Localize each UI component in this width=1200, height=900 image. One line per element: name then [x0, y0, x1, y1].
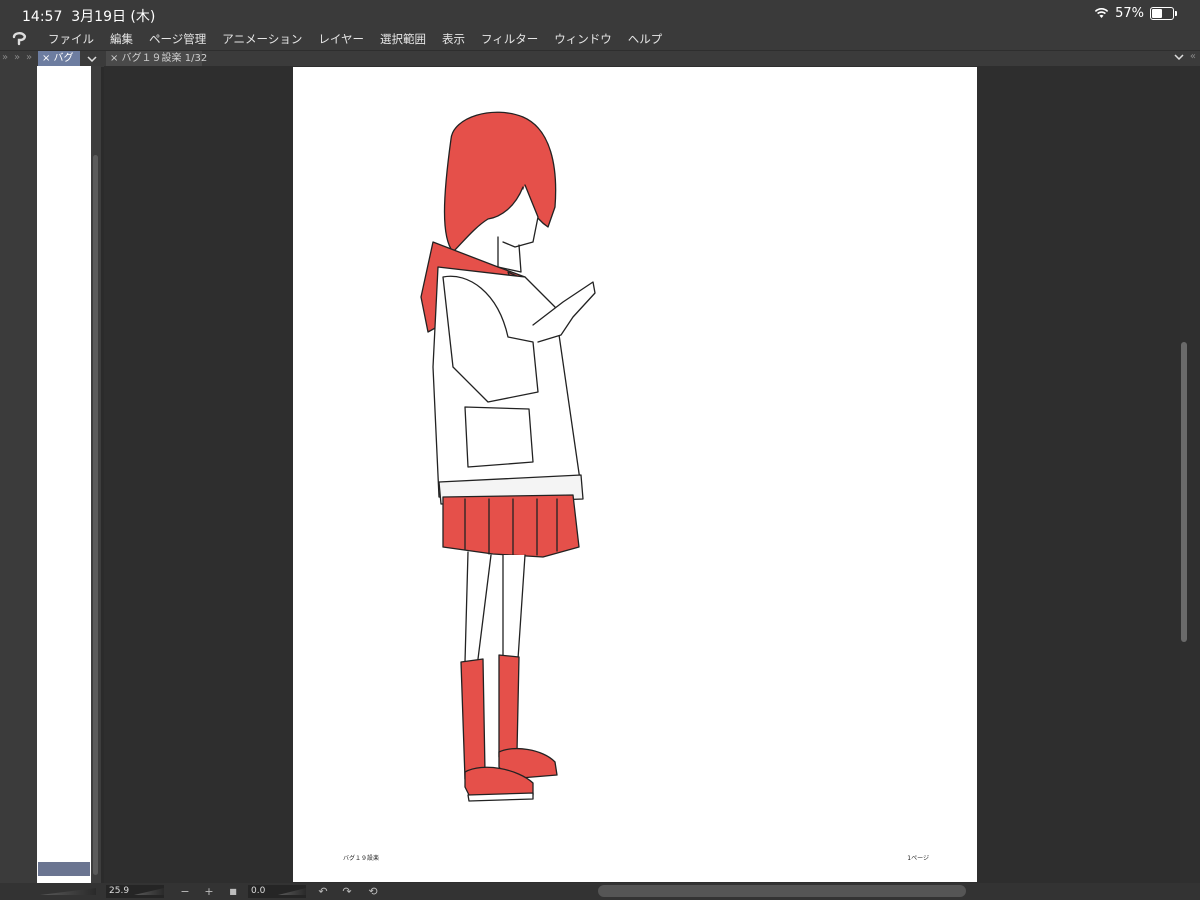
- collapse-left-icon-3[interactable]: »: [26, 52, 32, 63]
- manga-page[interactable]: バグ１９設楽 1ページ: [293, 67, 977, 882]
- tab-controls: «: [1174, 51, 1196, 62]
- tab-panel-left[interactable]: × バグ: [38, 51, 80, 67]
- status-indicators: 57%: [1094, 6, 1177, 21]
- menu-bar: ファイル 編集 ページ管理 アニメーション レイヤー 選択範囲 表示 フィルター…: [0, 28, 1200, 50]
- fit-page-button[interactable]: ■: [226, 884, 240, 899]
- app-logo-icon[interactable]: [0, 28, 40, 50]
- rotate-right-button[interactable]: ↷: [340, 884, 354, 899]
- zoom-value: 25.9: [109, 886, 130, 896]
- chevron-down-icon[interactable]: [1174, 53, 1184, 60]
- right-scroll-thumb[interactable]: [1181, 342, 1187, 642]
- status-time: 14:57 3月19日 (木): [22, 6, 155, 26]
- collapse-right-icon[interactable]: «: [1190, 51, 1196, 62]
- menu-page[interactable]: ページ管理: [141, 28, 214, 50]
- page-footer-title: バグ１９設楽: [343, 855, 380, 862]
- illustration-girl: [420, 111, 596, 802]
- menu-selection[interactable]: 選択範囲: [372, 28, 434, 50]
- menu-help[interactable]: ヘルプ: [620, 28, 671, 50]
- left-scroll-thumb[interactable]: [93, 155, 98, 875]
- menu-view[interactable]: 表示: [434, 28, 473, 50]
- battery-percent: 57%: [1115, 6, 1144, 21]
- rotation-value: 0.0: [251, 886, 266, 896]
- zoom-out-button[interactable]: −: [178, 884, 192, 899]
- menu-layer[interactable]: レイヤー: [310, 28, 372, 50]
- tab-document[interactable]: × バグ１９設楽 1/32: [106, 51, 207, 67]
- collapse-left-icon[interactable]: »: [2, 52, 8, 63]
- battery-icon: [1150, 7, 1177, 20]
- horizontal-scroll-thumb[interactable]: [598, 885, 966, 897]
- date: 3月19日 (木): [71, 9, 156, 25]
- rotate-left-button[interactable]: ↶: [316, 884, 330, 899]
- page-thumbnail-panel[interactable]: [37, 66, 91, 883]
- wifi-icon: [1094, 8, 1109, 18]
- menu-window[interactable]: ウィンドウ: [546, 28, 620, 50]
- reset-rotation-button[interactable]: ⟲: [366, 884, 380, 899]
- left-dock: [0, 66, 37, 883]
- brush-size-ramp[interactable]: [40, 888, 96, 895]
- menu-edit[interactable]: 編集: [102, 28, 141, 50]
- zoom-in-button[interactable]: +: [202, 884, 216, 899]
- chevron-down-icon[interactable]: [82, 51, 102, 67]
- clock: 14:57: [22, 9, 63, 25]
- page-footer-number: 1ページ: [907, 855, 929, 862]
- collapse-left-icon-2[interactable]: »: [14, 52, 20, 63]
- menu-filter[interactable]: フィルター: [473, 28, 546, 50]
- menu-file[interactable]: ファイル: [40, 28, 102, 50]
- status-bar: 14:57 3月19日 (木) 57%: [0, 0, 1200, 28]
- thumbnail-selection-bar[interactable]: [38, 862, 90, 876]
- menu-animation[interactable]: アニメーション: [214, 28, 310, 50]
- tab-strip: » » » × バグ × バグ１９設楽 1/32 «: [0, 50, 1200, 67]
